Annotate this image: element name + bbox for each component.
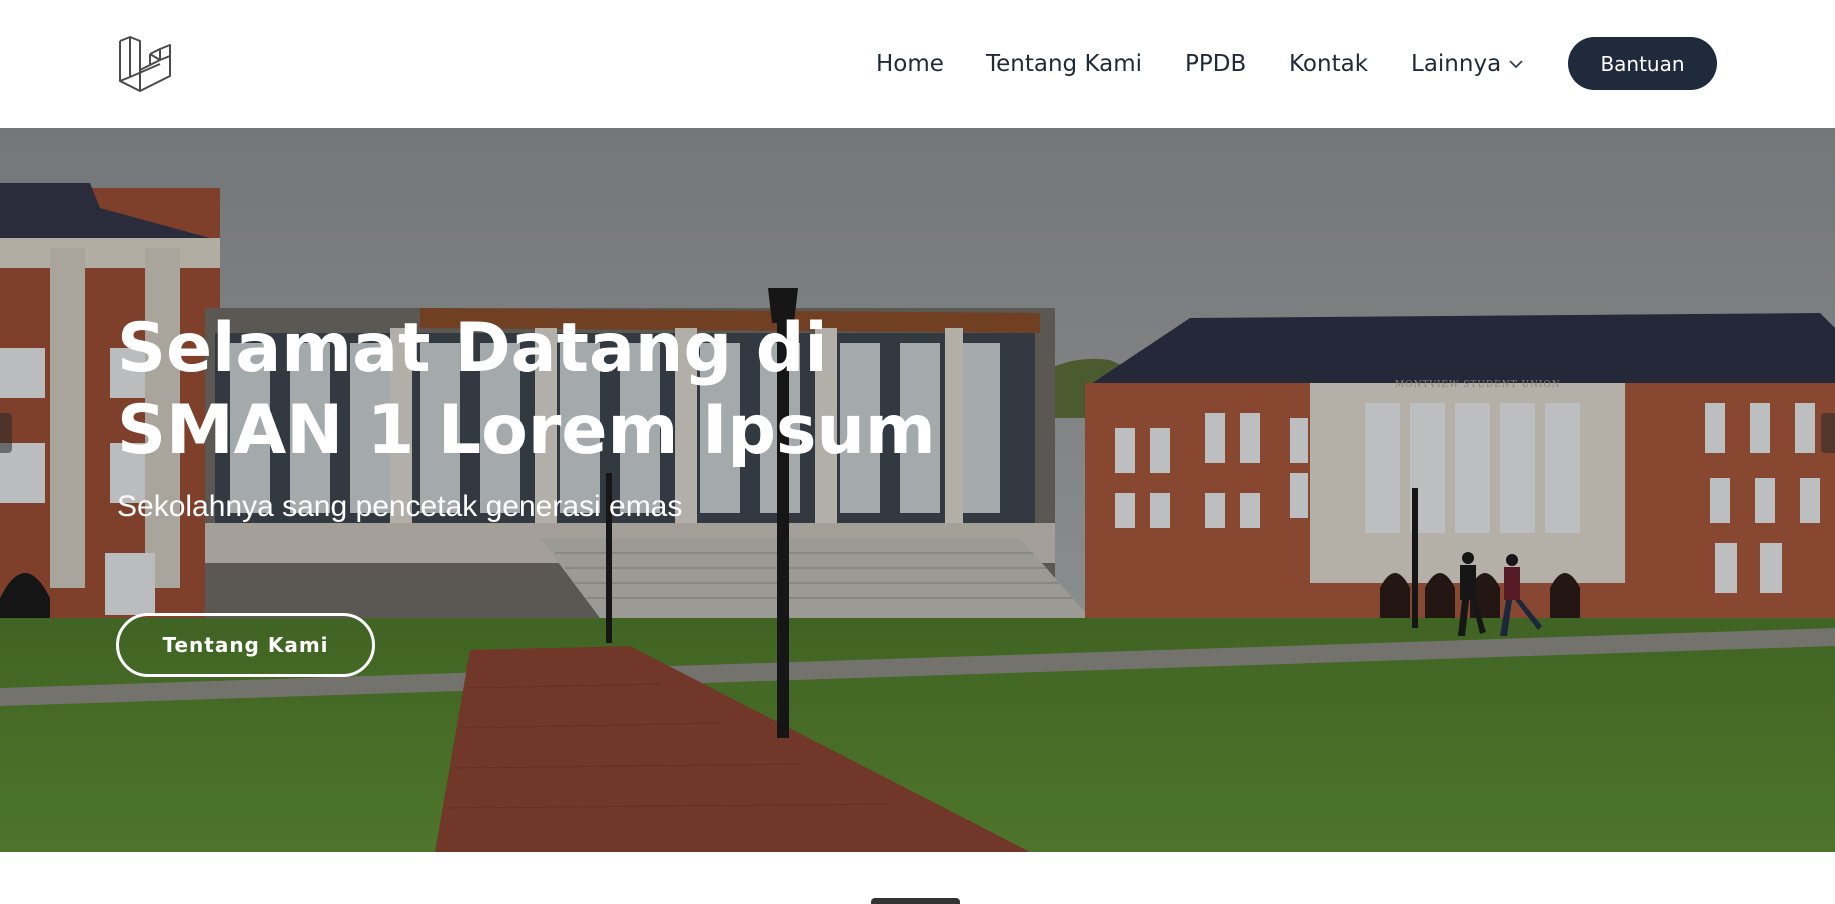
nav-lainnya-label: Lainnya (1411, 51, 1502, 77)
nav-kontak[interactable]: Kontak (1289, 40, 1368, 88)
bottom-tab[interactable] (871, 898, 960, 904)
hero-title-line-1: Selamat Datang di (117, 309, 828, 388)
hero-banner: Selamat Datang di SMAN 1 Lorem Ipsum Sek… (0, 128, 1835, 852)
nav-ppdb[interactable]: PPDB (1185, 40, 1246, 88)
carousel-prev-arrow[interactable] (0, 413, 12, 453)
hero-title: Selamat Datang di SMAN 1 Lorem Ipsum (117, 308, 1117, 472)
hero-subtitle: Sekolahnya sang pencetak generasi emas (117, 490, 683, 523)
chevron-down-icon (1509, 60, 1523, 69)
nav-lainnya-dropdown[interactable]: Lainnya (1411, 40, 1523, 88)
nav-home[interactable]: Home (876, 40, 944, 88)
laravel-logo-icon[interactable] (118, 36, 172, 92)
nav-tentang-kami[interactable]: Tentang Kami (986, 40, 1142, 88)
tentang-kami-button[interactable]: Tentang Kami (116, 613, 375, 677)
hero-title-line-2: SMAN 1 Lorem Ipsum (117, 391, 936, 470)
building-sign: MONTVIEW STUDENT UNION (1395, 380, 1561, 390)
bantuan-button[interactable]: Bantuan (1568, 37, 1717, 90)
site-header: Home Tentang Kami PPDB Kontak Lainnya Ba… (0, 0, 1835, 128)
carousel-next-arrow[interactable] (1821, 413, 1835, 453)
